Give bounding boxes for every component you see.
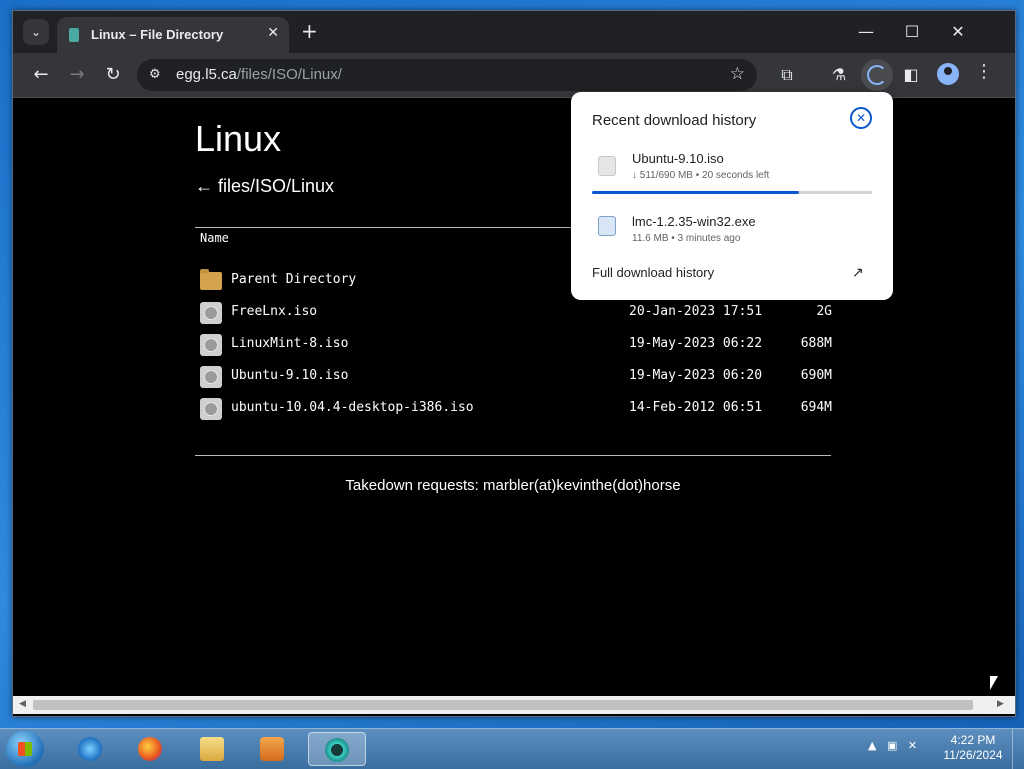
tray-arrow-icon[interactable]: ▲ ▣ ✕ [868,739,917,752]
file-size: 688M [800,336,832,351]
windows-logo-icon [18,742,32,756]
disc-file-icon [200,398,222,420]
clock-time: 4:22 PM [950,733,996,747]
file-date: 19-May-2023 06:22 [629,336,763,351]
folder-icon [200,269,222,290]
takedown-footer: Takedown requests: marbler(at)kevinthe(d… [345,477,681,494]
windows-taskbar: ▲ ▣ ✕ 4:22 PM 11/26/2024 [0,728,1024,769]
tab-search-button[interactable]: ⌄ [23,19,49,45]
downloads-button[interactable] [861,59,893,91]
file-name-link[interactable]: ubuntu-10.04.4-desktop-i386.iso [231,400,474,415]
scroll-right-arrow-icon[interactable]: ▶ [997,699,1004,709]
scrollbar-thumb[interactable] [33,700,973,710]
start-button[interactable] [6,731,44,767]
file-name-link[interactable]: FreeLnx.iso [231,304,317,319]
internet-explorer-taskbar-button[interactable] [66,732,114,766]
back-arrow-icon[interactable]: ← [29,63,53,87]
file-name-link[interactable]: Ubuntu-9.10.iso [231,368,348,383]
show-desktop-button[interactable] [1012,729,1024,769]
tab-linux-file-directory[interactable]: Linux – File Directory ✕ [57,17,289,53]
firefox-icon [138,737,162,761]
download-item-status: ↓ 511/690 MB • 20 seconds left [632,170,770,181]
firefox-taskbar-button[interactable] [126,732,174,766]
reload-icon[interactable]: ↻ [101,63,125,87]
download-item-name[interactable]: lmc-1.2.35-win32.exe [632,214,756,229]
column-header-name[interactable]: Name [200,231,229,245]
clock-date: 11/26/2024 [943,748,1003,762]
side-panel-icon[interactable]: ◧ [899,63,923,87]
horizontal-scrollbar[interactable]: ◀ ▶ [13,696,1015,714]
scroll-left-arrow-icon[interactable]: ◀ [19,699,26,709]
tab-close-icon[interactable]: ✕ [267,25,279,41]
url-host: egg.l5.ca [176,66,237,83]
internet-explorer-icon [78,737,102,761]
browser-app-icon [325,738,349,762]
download-progress-fill [592,191,800,194]
breadcrumb-link[interactable]: ← files/ISO/Linux [195,176,334,197]
file-date: 20-Jan-2023 17:51 [629,304,763,319]
chevron-down-icon: ⌄ [30,25,42,39]
disc-file-icon [200,366,222,388]
download-popup-title: Recent download history [592,112,757,129]
bookmark-star-icon[interactable]: ☆ [730,64,745,84]
maximize-button[interactable]: ☐ [889,17,935,47]
file-explorer-taskbar-button[interactable] [188,732,236,766]
media-player-icon [260,737,284,761]
mouse-cursor-icon [990,676,998,690]
favicon-icon [69,28,79,42]
minimize-button[interactable]: — [843,17,889,47]
folder-icon [200,737,224,761]
tab-strip: ⌄ Linux – File Directory ✕ + — ☐ ✕ [13,11,1015,53]
url-text[interactable]: egg.l5.ca/files/ISO/Linux/ [176,66,342,83]
file-name-link[interactable]: LinuxMint-8.iso [231,336,348,351]
media-player-taskbar-button[interactable] [248,732,296,766]
file-size: 694M [800,400,832,415]
exe-file-icon [598,216,616,236]
close-window-button[interactable]: ✕ [935,17,981,47]
file-size: 2G [816,304,832,319]
extensions-icon[interactable]: ⧉ [775,63,799,87]
full-download-history-link[interactable]: Full download history [592,265,714,280]
page-title: Linux [195,118,282,159]
disc-file-icon [200,302,222,324]
url-path: /files/ISO/Linux/ [236,66,342,83]
download-item-name[interactable]: Ubuntu-9.10.iso [632,151,724,166]
download-progress-ring-icon [867,65,887,85]
tab-title: Linux – File Directory [91,27,224,42]
chrome-taskbar-button[interactable] [308,732,366,766]
labs-flask-icon[interactable]: ⚗ [827,63,851,87]
file-name-link[interactable]: Parent Directory [231,272,356,287]
file-row[interactable]: ubuntu-10.04.4-desktop-i386.iso 14-Feb-2… [200,396,840,422]
profile-avatar-icon[interactable] [937,63,959,85]
forward-arrow-icon[interactable]: → [65,63,89,87]
close-popup-icon[interactable]: ✕ [850,107,872,129]
file-row[interactable]: FreeLnx.iso 20-Jan-2023 17:51 2G [200,300,840,326]
download-item-status: 11.6 MB • 3 minutes ago [632,233,741,244]
file-size: 690M [800,368,832,383]
download-history-popup: Recent download history ✕ Ubuntu-9.10.is… [571,92,893,300]
disc-file-icon [200,334,222,356]
address-bar[interactable]: ⚙ egg.l5.ca/files/ISO/Linux/ ☆ [137,59,757,91]
open-external-icon[interactable]: ↗ [852,264,864,281]
file-date: 19-May-2023 06:20 [629,368,763,383]
system-clock[interactable]: 4:22 PM 11/26/2024 [938,733,1008,763]
file-row[interactable]: Ubuntu-9.10.iso 19-May-2023 06:20 690M [200,364,840,390]
file-date: 14-Feb-2012 06:51 [629,400,763,415]
download-progress-bar [592,191,872,194]
new-tab-button[interactable]: + [301,20,318,42]
file-row[interactable]: LinuxMint-8.iso 19-May-2023 06:22 688M [200,332,840,358]
menu-dots-icon[interactable]: ⋮ [975,61,993,82]
site-info-icon[interactable]: ⚙ [149,67,161,82]
divider [195,455,831,456]
iso-file-icon [598,156,616,176]
